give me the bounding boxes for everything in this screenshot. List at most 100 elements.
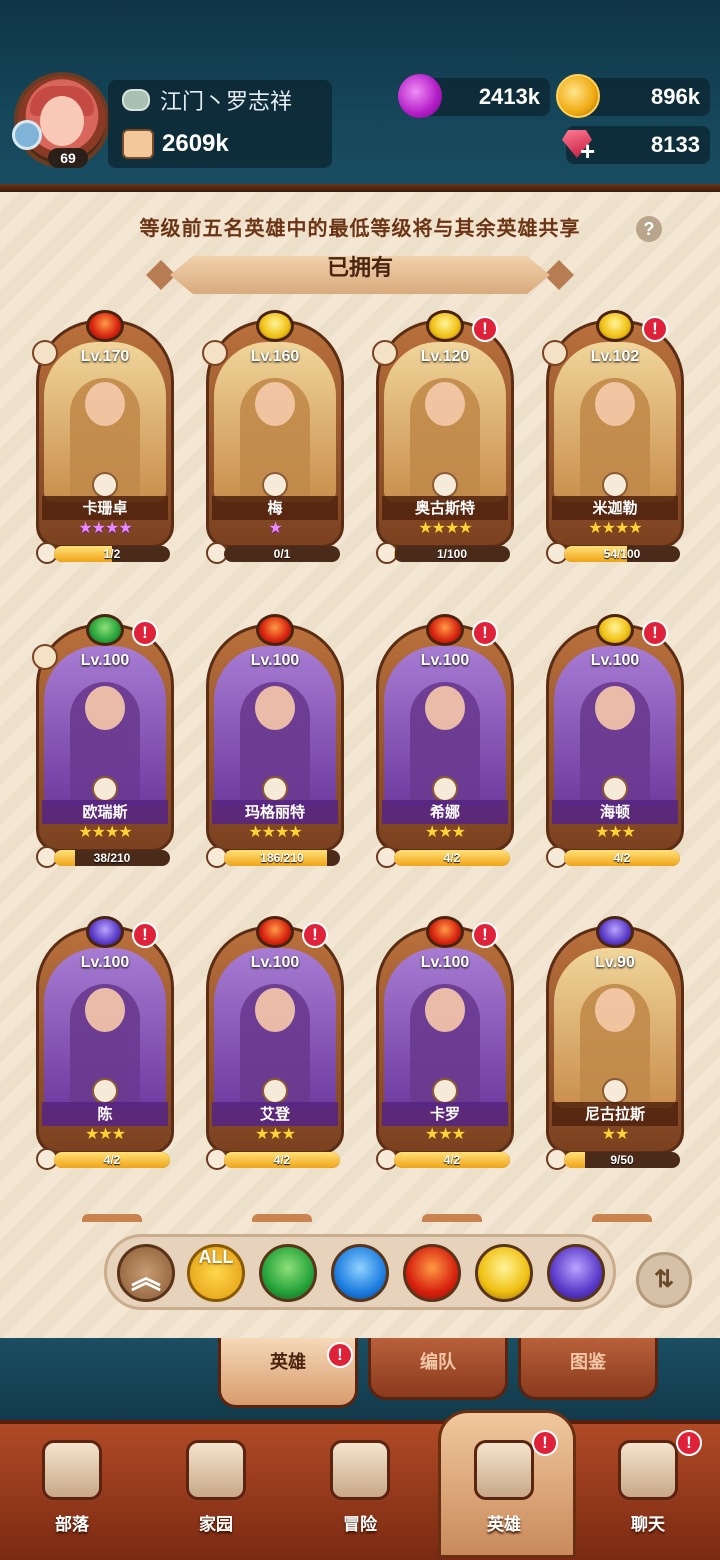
fist-icon (122, 129, 154, 159)
light-element-icon (426, 310, 464, 342)
hero-level: Lv.170 (80, 348, 130, 365)
hero-shard-count: 4/2 (273, 1153, 291, 1167)
player-avatar[interactable]: 69 (12, 72, 110, 168)
hero-card[interactable]: Lv.90 尼古拉斯 ★★ 9/50 (546, 914, 684, 1170)
hero-name: 尼古拉斯 (552, 1102, 678, 1126)
hero-shard-count: 54/100 (603, 547, 641, 561)
fire-element-icon (86, 310, 124, 342)
hero-stars: ★★★ (84, 1124, 126, 1143)
nav-adventure[interactable]: 冒险 (300, 1430, 420, 1550)
collapse-filter-button[interactable] (117, 1244, 175, 1302)
hero-name: 卡罗 (382, 1102, 508, 1126)
search-badge-icon[interactable] (12, 120, 42, 150)
hero-card[interactable]: ! Lv.100 希娜 ★★★ 4/2 (376, 612, 514, 868)
nav-heroes[interactable]: 英雄 ! (438, 1410, 576, 1558)
chat-bubble-icon (618, 1440, 678, 1500)
owned-section-title: 已拥有 (326, 256, 393, 281)
gems-value: 8133 (651, 132, 700, 157)
gem-plus-icon[interactable] (556, 122, 600, 167)
hero-class-icon (92, 1078, 118, 1104)
hero-level: Lv.100 (420, 652, 470, 669)
filter-all-button[interactable]: ALL (187, 1244, 245, 1302)
hero-stars: ★★★ (254, 1124, 296, 1143)
tab-heroes[interactable]: 英雄 ! (218, 1338, 358, 1408)
hero-stars: ★★★★ (588, 518, 642, 537)
nav-home[interactable]: 家园 (156, 1430, 276, 1550)
help-icon[interactable]: ? (636, 216, 662, 242)
dark-element-icon (86, 916, 124, 948)
hero-card[interactable]: Lv.170 卡珊卓 ★★★★ 1/2 (32, 308, 174, 564)
light-element-icon (596, 614, 634, 646)
nav-tribe[interactable]: 部落 (12, 1430, 132, 1550)
hero-shard-progress: 38/210 (54, 850, 170, 866)
hero-shard-progress: 4/2 (564, 850, 680, 866)
hero-level: Lv.100 (250, 652, 300, 669)
hero-class-icon (602, 776, 628, 802)
hero-level: Lv.100 (420, 954, 470, 971)
fire-element-icon (426, 916, 464, 948)
player-name: 江门丶罗志祥 (160, 90, 293, 115)
hero-card[interactable]: ! Lv.100 陈 ★★★ 4/2 (36, 914, 174, 1170)
hero-shard-progress: 1/100 (394, 546, 510, 562)
hero-stars: ★★★★ (78, 518, 132, 537)
gems-resource[interactable]: 8133 (566, 126, 710, 167)
hero-card[interactable]: ! Lv.100 卡罗 ★★★ 4/2 (376, 914, 514, 1170)
filter-all-label: ALL (198, 1247, 234, 1267)
tab-codex-label: 图鉴 (570, 1352, 606, 1373)
light-element-icon (596, 310, 634, 342)
player-power: 2609k (162, 130, 229, 157)
gold-resource[interactable]: 896k (556, 74, 710, 118)
nav-heroes-label: 英雄 (487, 1515, 521, 1535)
hero-name: 欧瑞斯 (42, 800, 168, 824)
crossed-swords-icon (330, 1440, 390, 1500)
hero-card[interactable]: ! Lv.120 奥古斯特 ★★★★ 1/100 (372, 308, 514, 564)
next-row-card-peek (82, 1214, 142, 1222)
viking-helmet-icon (474, 1440, 534, 1500)
fire-element-icon (256, 614, 294, 646)
filter-nature-button[interactable] (259, 1244, 317, 1302)
fire-element-icon (426, 614, 464, 646)
hero-alert-icon: ! (472, 922, 498, 948)
hero-shard-count: 1/100 (436, 547, 468, 561)
hero-name: 陈 (42, 1102, 168, 1126)
hero-stars: ★★★ (594, 822, 636, 841)
elixir-resource[interactable]: 2413k (398, 74, 550, 118)
element-filter-bar: ALL (104, 1234, 616, 1310)
hero-card[interactable]: Lv.160 梅 ★ 0/1 (202, 308, 344, 564)
tab-formation[interactable]: 编队 (368, 1338, 508, 1400)
sort-icon[interactable]: ⇅ (636, 1252, 692, 1308)
hero-name: 艾登 (212, 1102, 338, 1126)
elixir-icon (398, 74, 442, 118)
hero-card[interactable]: ! Lv.102 米迦勒 ★★★★ 54/100 (542, 308, 684, 564)
player-name-row: 江门丶罗志祥 (122, 80, 292, 120)
hero-alert-icon: ! (472, 620, 498, 646)
hero-shard-count: 4/2 (443, 851, 461, 865)
hero-alert-icon: ! (132, 620, 158, 646)
hero-class-icon (92, 776, 118, 802)
nav-chat[interactable]: 聊天 ! (588, 1430, 708, 1550)
filter-light-button[interactable] (475, 1244, 533, 1302)
hero-level: Lv.120 (420, 348, 470, 365)
hero-shard-progress: 54/100 (564, 546, 680, 562)
hero-shard-progress: 4/2 (224, 1152, 340, 1168)
hero-card[interactable]: ! Lv.100 欧瑞斯 ★★★★ 38/210 (32, 612, 174, 868)
hero-card[interactable]: ! Lv.100 海顿 ★★★ 4/2 (546, 612, 684, 868)
hero-card[interactable]: ! Lv.100 艾登 ★★★ 4/2 (206, 914, 344, 1170)
hero-card[interactable]: Lv.100 玛格丽特 ★★★★ 186/210 (206, 612, 344, 868)
hero-name: 梅 (212, 496, 338, 520)
hero-name: 海顿 (552, 800, 678, 824)
filter-fire-button[interactable] (403, 1244, 461, 1302)
hero-shard-progress: 0/1 (224, 546, 340, 562)
tab-codex[interactable]: 图鉴 (518, 1338, 658, 1400)
hero-stars: ★★★★ (418, 518, 472, 537)
hero-shard-count: 4/2 (443, 1153, 461, 1167)
hero-level: Lv.100 (80, 954, 130, 971)
hero-shard-progress: 186/210 (224, 850, 340, 866)
filter-water-button[interactable] (331, 1244, 389, 1302)
hero-alert-icon: ! (132, 922, 158, 948)
nav-heroes-alert-icon: ! (532, 1430, 558, 1456)
hero-shard-progress: 9/50 (564, 1152, 680, 1168)
hero-level: Lv.100 (250, 954, 300, 971)
filter-dark-button[interactable] (547, 1244, 605, 1302)
player-info-box[interactable]: 江门丶罗志祥 2609k (108, 80, 332, 168)
